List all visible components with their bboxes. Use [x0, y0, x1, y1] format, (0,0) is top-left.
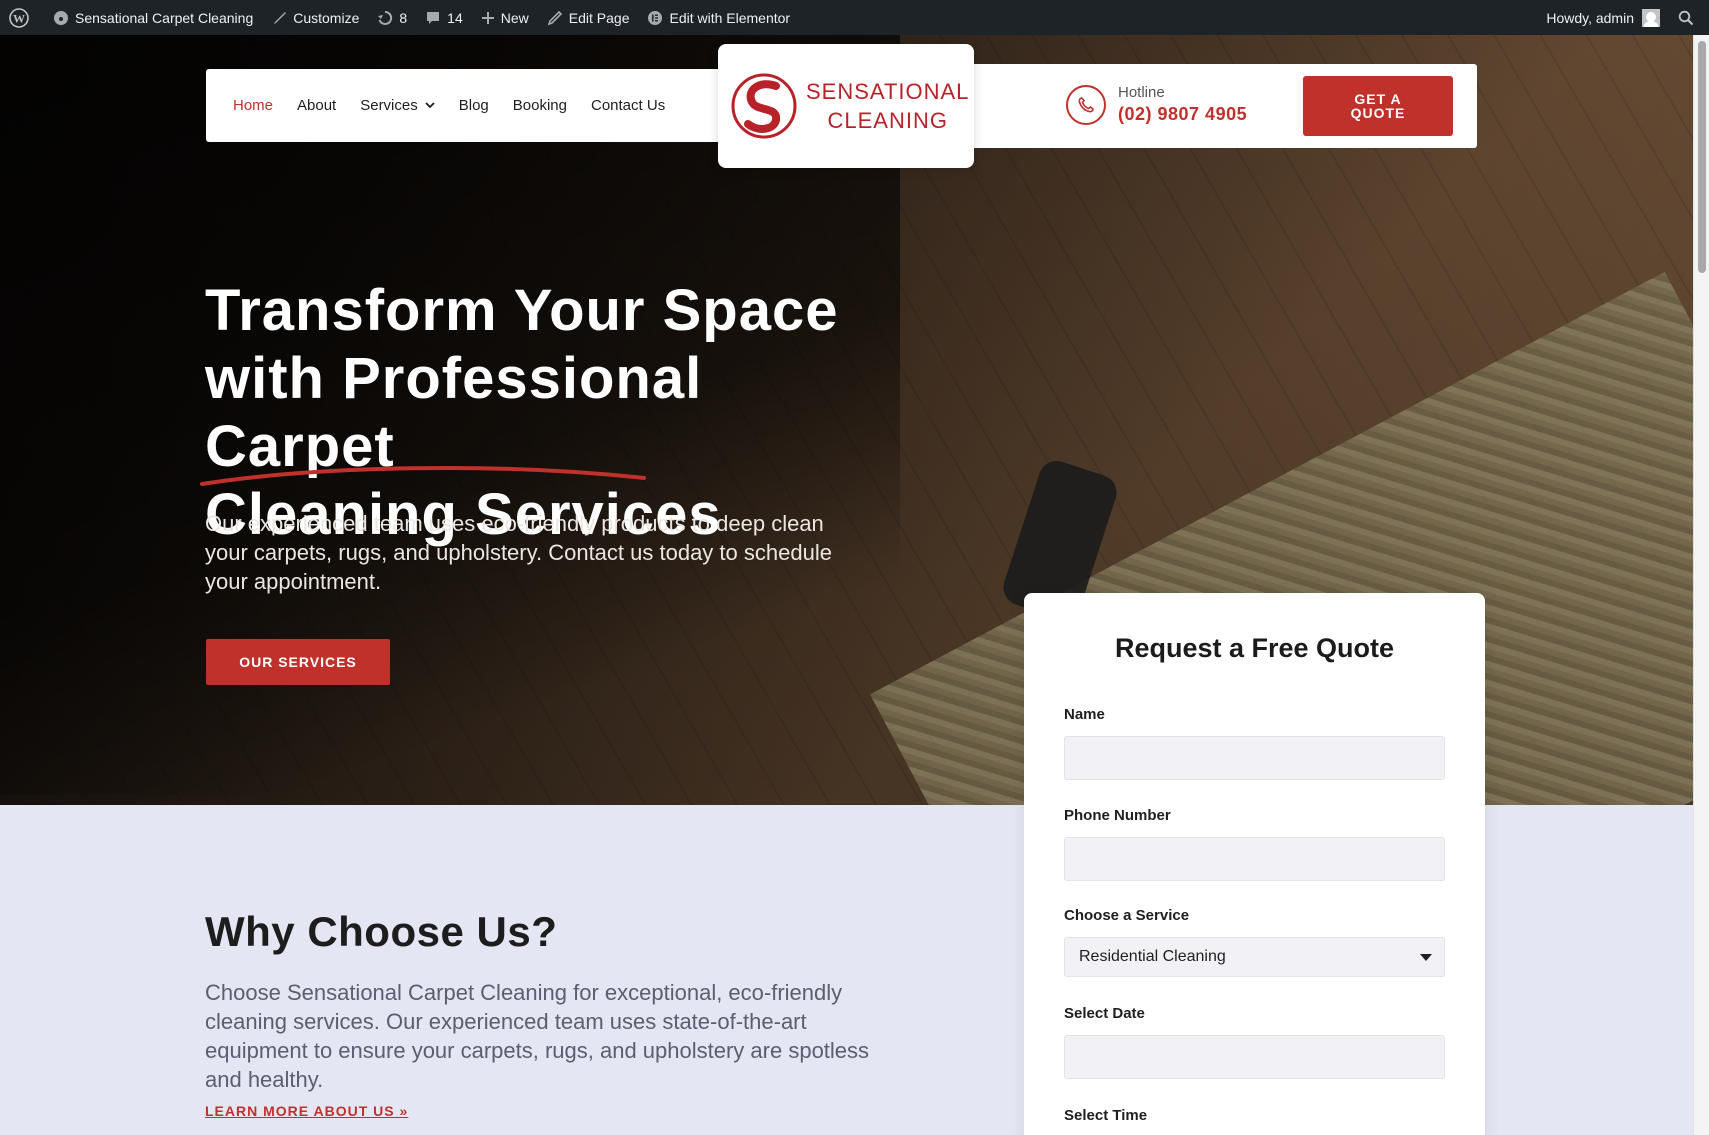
wp-admin-bar: W Sensational Carpet Cleaning Customize … [0, 0, 1709, 35]
dashboard-icon [54, 10, 68, 25]
hero-title-line2: with Professional Carpet [205, 346, 703, 479]
quote-form-card: Request a Free Quote Name Phone Number C… [1024, 593, 1485, 1135]
phone-label: Phone Number [1064, 807, 1171, 824]
caret-down-icon [1420, 954, 1432, 961]
updates-link[interactable]: 8 [368, 0, 416, 35]
service-select[interactable]: Residential Cleaning [1064, 937, 1445, 977]
edit-page-link[interactable]: Edit Page [538, 0, 639, 35]
service-select-value: Residential Cleaning [1079, 948, 1226, 965]
comments-count: 14 [447, 9, 463, 26]
phone-input[interactable] [1064, 837, 1445, 881]
comments-link[interactable]: 14 [416, 0, 472, 35]
logo-line2: CLEANING [827, 108, 948, 133]
page-scrollbar[interactable] [1693, 35, 1709, 1135]
site-name-label: Sensational Carpet Cleaning [75, 9, 254, 26]
learn-more-link[interactable]: LEARN MORE ABOUT US » [205, 1103, 408, 1119]
avatar [1642, 8, 1660, 27]
get-quote-button[interactable]: GET A QUOTE [1303, 76, 1453, 136]
our-services-button[interactable]: OUR SERVICES [206, 639, 390, 685]
quote-form-title: Request a Free Quote [1114, 633, 1395, 663]
date-input[interactable] [1064, 1035, 1445, 1079]
elementor-icon [648, 10, 663, 25]
nav-services-label: Services [360, 97, 418, 114]
updates-count: 8 [399, 9, 408, 26]
plus-icon [481, 11, 494, 24]
edit-elementor-label: Edit with Elementor [669, 9, 791, 26]
name-label: Name [1064, 706, 1105, 723]
edit-elementor-link[interactable]: Edit with Elementor [638, 0, 799, 35]
nav-booking[interactable]: Booking [513, 97, 567, 114]
why-choose-us-heading: Why Choose Us? [205, 908, 558, 955]
new-content-link[interactable]: New [472, 0, 538, 35]
howdy-label: Howdy, admin [1546, 9, 1634, 26]
nav-home[interactable]: Home [233, 97, 273, 114]
hotline-label: Hotline [1118, 84, 1165, 101]
site-name-link[interactable]: Sensational Carpet Cleaning [44, 0, 262, 35]
nav-contact[interactable]: Contact Us [591, 97, 665, 114]
main-navigation: Home About Services Blog Booking Contact… [206, 69, 722, 142]
nav-services[interactable]: Services [360, 97, 435, 114]
account-menu[interactable]: Howdy, admin [1537, 0, 1669, 35]
customize-link[interactable]: Customize [262, 0, 368, 35]
phone-icon [1066, 85, 1106, 125]
scrollbar-thumb[interactable] [1698, 41, 1706, 273]
date-label: Select Date [1064, 1005, 1145, 1022]
nav-about[interactable]: About [297, 97, 336, 114]
nav-blog[interactable]: Blog [459, 97, 489, 114]
edit-page-label: Edit Page [568, 9, 630, 26]
new-label: New [500, 9, 529, 26]
search-icon [1678, 10, 1694, 25]
comment-icon [427, 11, 440, 24]
header-contact-bar: Hotline (02) 9807 4905 GET A QUOTE [968, 64, 1477, 148]
why-choose-us-description: Choose Sensational Carpet Cleaning for e… [205, 980, 870, 1092]
customize-label: Customize [293, 9, 360, 26]
logo-swirl-icon [731, 73, 797, 139]
chevron-down-icon [425, 102, 435, 109]
admin-search-button[interactable] [1669, 0, 1709, 35]
hotline-number[interactable]: (02) 9807 4905 [1118, 104, 1247, 125]
pencil-icon [547, 10, 562, 25]
updates-icon [378, 10, 393, 25]
site-logo[interactable]: SENSATIONAL CLEANING [718, 44, 974, 168]
name-input[interactable] [1064, 736, 1445, 780]
hero-description: Our experienced team uses eco-friendly p… [205, 511, 832, 594]
logo-text: SENSATIONAL CLEANING [806, 77, 969, 135]
title-underline-decoration [200, 465, 646, 486]
svg-text:W: W [13, 11, 25, 25]
brush-icon [274, 11, 287, 24]
logo-line1: SENSATIONAL [806, 79, 970, 104]
time-label: Select Time [1064, 1107, 1148, 1124]
wordpress-logo-icon[interactable]: W [0, 0, 44, 35]
service-label: Choose a Service [1064, 907, 1190, 924]
hero-title-line1: Transform Your Space [205, 278, 839, 343]
